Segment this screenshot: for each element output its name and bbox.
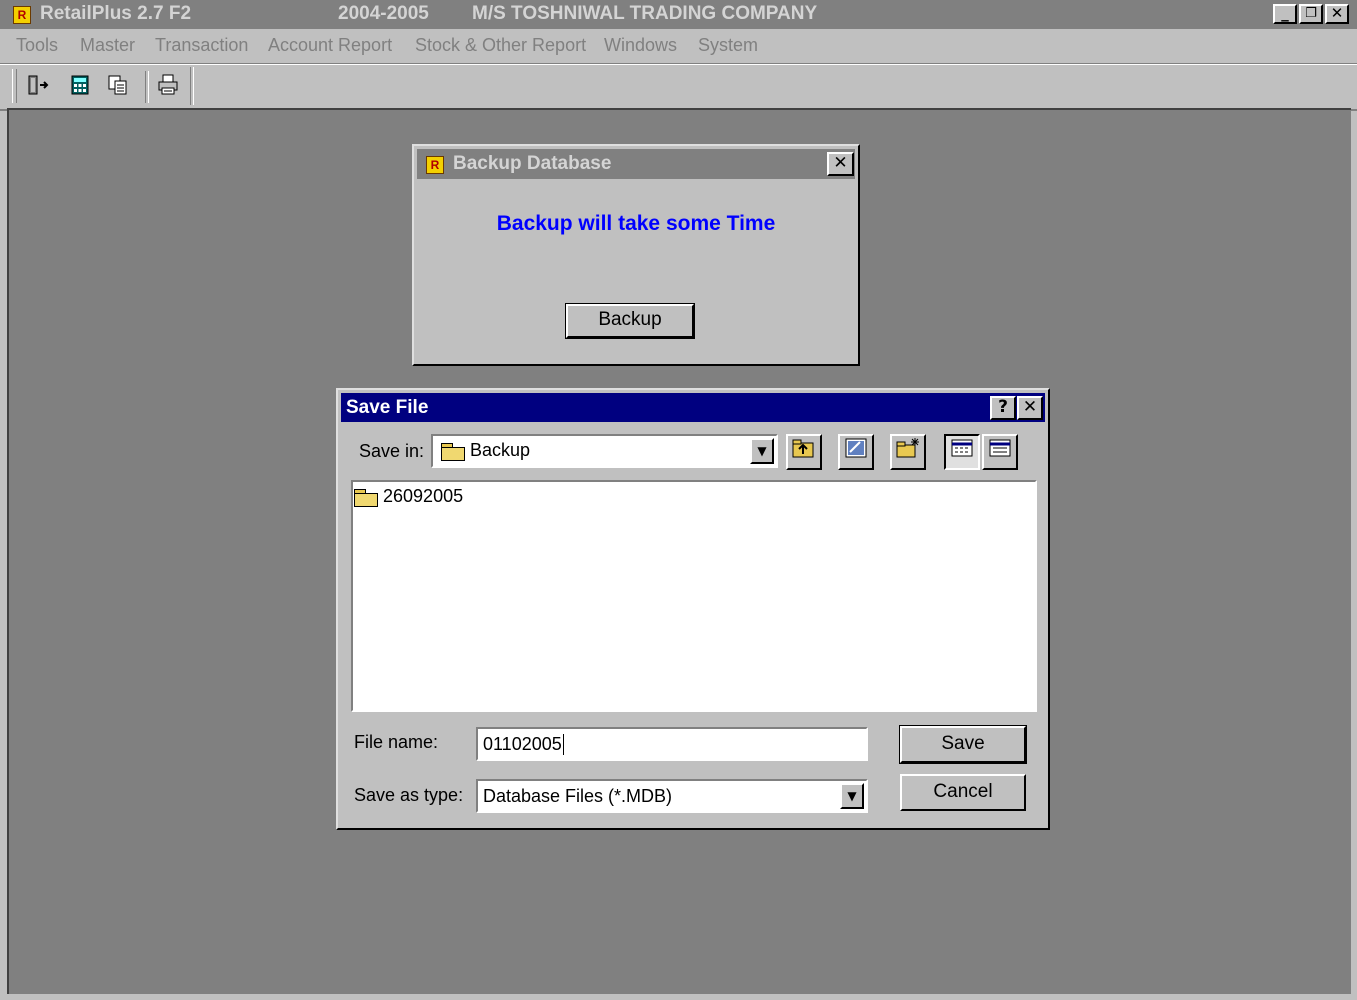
menu-master[interactable]: Master (80, 35, 135, 56)
list-view-icon[interactable] (944, 434, 980, 470)
app-icon: R (13, 6, 31, 24)
chevron-down-icon[interactable]: ▼ (840, 783, 864, 809)
file-name-input[interactable]: 01102005 (483, 734, 564, 755)
toolbar-end (190, 67, 194, 105)
chevron-down-icon[interactable]: ▼ (750, 438, 774, 464)
new-folder-icon[interactable] (890, 434, 926, 470)
toolbar-separator (145, 71, 149, 103)
print-icon[interactable] (155, 73, 181, 99)
close-window-button[interactable]: ✕ (1325, 4, 1349, 24)
backup-title-bar: R Backup Database ✕ (417, 149, 855, 179)
app-icon: R (426, 156, 444, 174)
menu-stock-other-report[interactable]: Stock & Other Report (415, 35, 586, 56)
up-one-level-icon[interactable] (786, 434, 822, 470)
menu-windows[interactable]: Windows (604, 35, 677, 56)
save-dialog-close-button[interactable]: ✕ (1017, 396, 1043, 420)
save-as-type-label: Save as type: (354, 785, 464, 805)
save-button[interactable]: Save (899, 725, 1027, 764)
exit-icon[interactable] (25, 73, 51, 99)
help-button[interactable]: ? (990, 396, 1016, 420)
file-name-input-box[interactable]: 01102005 (476, 727, 868, 761)
backup-database-window: R Backup Database ✕ Backup will take som… (412, 144, 860, 366)
list-item[interactable]: 26092005 (354, 486, 463, 507)
details-view-icon[interactable] (982, 434, 1018, 470)
toolbar (0, 64, 1357, 111)
copy-icon[interactable] (105, 73, 131, 99)
save-in-value: Backup (470, 440, 531, 460)
desktop-icon[interactable] (838, 434, 874, 470)
save-dialog-title: Save File (346, 397, 429, 418)
menu-account-report[interactable]: Account Report (268, 35, 392, 56)
calculator-icon[interactable] (67, 73, 93, 99)
minimize-button[interactable]: _ (1273, 4, 1297, 24)
file-list[interactable] (351, 480, 1037, 712)
menu-system[interactable]: System (698, 35, 758, 56)
backup-close-button[interactable]: ✕ (827, 152, 854, 176)
status-strip (0, 994, 1357, 1000)
backup-message: Backup will take some Time (496, 212, 776, 235)
backup-window-title: Backup Database (453, 153, 612, 174)
toolbar-grip[interactable] (12, 69, 17, 103)
financial-year: 2004-2005 (338, 3, 429, 24)
restore-button[interactable]: ❐ (1299, 4, 1323, 24)
folder-name: 26092005 (383, 486, 464, 506)
menu-bar: Tools Master Transaction Account Report … (0, 29, 1357, 64)
main-title-bar: R RetailPlus 2.7 F2 2004-2005 M/S TOSHNI… (0, 0, 1357, 29)
cancel-button[interactable]: Cancel (900, 774, 1026, 811)
folder-open-icon (441, 442, 465, 461)
file-name-label: File name: (354, 732, 439, 752)
save-dialog-title-bar: Save File ? ✕ (341, 393, 1045, 422)
save-as-type-value: Database Files (*.MDB) (483, 786, 673, 806)
menu-transaction[interactable]: Transaction (155, 35, 248, 56)
backup-button[interactable]: Backup (565, 303, 695, 339)
save-in-label: Save in: (359, 441, 425, 461)
company-name: M/S TOSHNIWAL TRADING COMPANY (472, 3, 818, 24)
app-title: RetailPlus 2.7 F2 (40, 3, 192, 24)
folder-icon (354, 488, 378, 507)
menu-tools[interactable]: Tools (16, 35, 58, 56)
save-as-type-combo[interactable]: Database Files (*.MDB) ▼ (476, 779, 868, 813)
save-in-combo[interactable]: Backup ▼ (431, 434, 778, 468)
